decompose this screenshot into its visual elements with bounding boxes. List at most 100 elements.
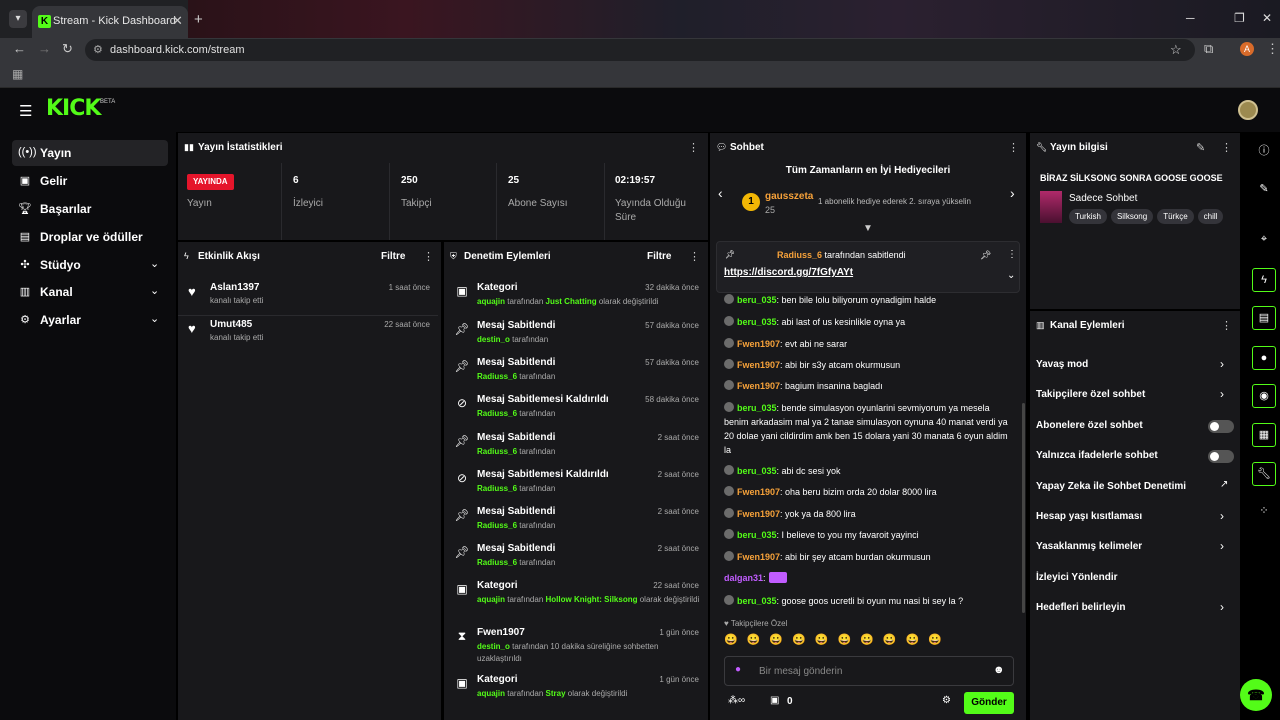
pinned-link[interactable]: https://discord.gg/7fGfyAYt — [724, 267, 853, 278]
apps-icon[interactable]: ⁘ — [1252, 500, 1276, 524]
kick-favicon-icon: K — [38, 15, 51, 28]
bookmark-star-icon[interactable]: ☆ — [1170, 42, 1182, 58]
moderation-icon[interactable]: ▦ — [1252, 423, 1276, 447]
filter-button[interactable]: Filtre — [381, 251, 405, 262]
more-icon[interactable]: ⋮ — [1008, 141, 1019, 154]
chat-username[interactable]: beru_035 — [737, 530, 777, 540]
chevron-left-icon[interactable]: ‹ — [718, 185, 723, 201]
forward-icon[interactable]: → — [38, 41, 51, 56]
activity-text: kanalı takip etti — [210, 333, 264, 342]
channel-action-item[interactable]: Yasaklanmış kelimeler › — [1036, 533, 1232, 561]
wrench-icon[interactable]: 🔧︎ — [1252, 462, 1276, 486]
chat-username[interactable]: Fwen1907 — [737, 509, 780, 519]
sidebar-item-basarilar[interactable]: 🏆︎ Başarılar — [12, 196, 168, 222]
chat-username[interactable]: Fwen1907 — [737, 339, 780, 349]
channel-action-label: Hedefleri belirleyin — [1036, 602, 1126, 614]
sidebar-item-gelir[interactable]: ▣ Gelir — [12, 168, 168, 194]
extensions-icon[interactable]: ⧉ — [1204, 41, 1213, 57]
channel-action-item[interactable]: Hedefleri belirleyin › — [1036, 594, 1232, 622]
edit-icon[interactable]: ✎ — [1252, 178, 1276, 202]
panel-title: Sohbet — [730, 142, 764, 153]
chat-username[interactable]: Fwen1907 — [737, 360, 780, 370]
channel-action-item[interactable]: Abonelere özel sohbet — [1036, 412, 1234, 440]
chevron-down-icon: ⌄ — [150, 313, 160, 325]
browser-menu-icon[interactable]: ⋮ — [1266, 41, 1279, 57]
profile-avatar[interactable]: A — [1240, 42, 1254, 56]
browser-tab[interactable]: K Stream - Kick Dashboard ✕ — [32, 6, 188, 38]
hamburger-menu-icon[interactable]: ☰ — [19, 102, 32, 120]
toggle-switch[interactable] — [1208, 450, 1234, 464]
gift-icon[interactable]: ▣ — [770, 695, 779, 706]
back-icon[interactable]: ← — [13, 41, 26, 56]
emoji-icon[interactable]: ☻ — [993, 664, 1005, 676]
apps-grid-icon[interactable]: ▦ — [12, 67, 23, 81]
broadcast-icon[interactable]: ◉ — [1252, 384, 1276, 408]
chat-username[interactable]: Fwen1907 — [737, 552, 780, 562]
tab-search-icon[interactable]: ▾ — [9, 10, 27, 28]
moderation-time: 1 gün önce — [659, 628, 699, 637]
send-button[interactable]: Gönder — [964, 692, 1014, 714]
stream-stats-panel: ▮▮ Yayın İstatistikleri ⋮ YAYINDA Yayın … — [178, 133, 708, 240]
microphone-icon[interactable]: ● — [735, 664, 741, 675]
toggle-switch[interactable] — [1208, 419, 1234, 433]
edit-icon[interactable]: ✎ — [1196, 141, 1205, 154]
document-icon[interactable]: ▤ — [1252, 306, 1276, 330]
more-icon[interactable]: ⋮ — [689, 250, 700, 263]
emote-row[interactable]: 😀😀😀😀😀😀😀😀😀😀 — [724, 633, 1014, 651]
sidebar-item-kanal[interactable]: ▥ Kanal ⌄ — [12, 279, 168, 305]
user-avatar[interactable] — [1238, 100, 1258, 120]
chat-username[interactable]: beru_035 — [737, 403, 777, 413]
more-icon[interactable]: ⋮ — [1221, 141, 1232, 154]
tab-close-icon[interactable]: ✕ — [172, 13, 183, 29]
new-tab-icon[interactable]: + — [194, 11, 203, 28]
activity-user[interactable]: Aslan1397 — [210, 282, 259, 293]
stat-label: Takipçi — [401, 198, 432, 209]
collapse-icon[interactable]: ▼ — [863, 223, 873, 234]
close-window-icon[interactable]: ✕ — [1262, 11, 1272, 25]
channel-action-item[interactable]: Yavaş mod › — [1036, 351, 1232, 379]
site-info-icon[interactable]: ⚙ — [93, 43, 103, 56]
pin-icon[interactable]: 📌︎ — [980, 250, 991, 261]
more-icon[interactable]: ⋮ — [1007, 249, 1017, 260]
channel-action-item[interactable]: İzleyici Yönlendir — [1036, 564, 1232, 592]
sidebar-item-ayarlar[interactable]: ⚙ Ayarlar ⌄ — [12, 307, 168, 333]
more-icon[interactable]: ⋮ — [1221, 319, 1232, 332]
minimize-icon[interactable]: ─ — [1186, 11, 1195, 25]
chevron-right-icon[interactable]: › — [1010, 185, 1015, 201]
chat-settings-icon[interactable]: ⚙ — [942, 695, 951, 706]
sidebar-item-droplar[interactable]: ▤ Droplar ve ödüller — [12, 224, 168, 250]
sidebar-item-yayin[interactable]: ((•)) Yayın — [12, 140, 168, 166]
kick-logo[interactable]: KICK — [46, 96, 101, 121]
chevron-down-icon[interactable]: ⌄ — [1007, 270, 1015, 281]
chat-input[interactable]: ● Bir mesaj gönderin ☻ — [724, 656, 1014, 686]
reload-icon[interactable]: ↻ — [62, 41, 73, 57]
channel-action-item[interactable]: Takipçilere özel sohbet › — [1036, 381, 1232, 409]
chat-username[interactable]: Fwen1907 — [737, 381, 780, 391]
channel-action-item[interactable]: Hesap yaşı kısıtlaması › — [1036, 503, 1232, 531]
chat-username[interactable]: beru_035 — [737, 466, 777, 476]
channel-action-item[interactable]: Yalnızca ifadelerle sohbet — [1036, 442, 1234, 470]
more-icon[interactable]: ⋮ — [423, 250, 434, 263]
chat-username[interactable]: beru_035 — [737, 596, 777, 606]
panel-title: Yayın bilgisi — [1050, 142, 1108, 153]
activity-user[interactable]: Umut485 — [210, 319, 252, 330]
info-icon[interactable]: ⓘ — [1252, 140, 1276, 164]
url-field[interactable]: ⚙ dashboard.kick.com/stream ☆ — [85, 39, 1195, 61]
top-gifter-name[interactable]: gausszeta — [765, 191, 813, 202]
chat-icon[interactable]: ● — [1252, 346, 1276, 370]
filter-button[interactable]: Filtre — [647, 251, 671, 262]
help-chat-icon[interactable]: ☎ — [1240, 679, 1272, 711]
restore-icon[interactable]: ❐ — [1234, 11, 1245, 25]
chat-username[interactable]: Fwen1907 — [737, 487, 780, 497]
lightning-icon[interactable]: ϟ — [1252, 268, 1276, 292]
kicks-icon[interactable]: ⁂∞ — [728, 695, 745, 706]
category-icon: ▣ — [456, 676, 468, 690]
sidebar-item-studyo[interactable]: ✣ Stüdyo ⌄ — [12, 252, 168, 278]
chat-username[interactable]: dalgan31 — [724, 573, 763, 583]
more-icon[interactable]: ⋮ — [688, 141, 699, 154]
channel-action-item[interactable]: Yapay Zeka ile Sohbet Denetimi ↗ — [1036, 473, 1232, 501]
chat-username[interactable]: beru_035 — [737, 317, 777, 327]
focus-icon[interactable]: ⌖ — [1252, 228, 1276, 252]
chat-username[interactable]: beru_035 — [737, 295, 777, 305]
chat-scrollbar[interactable] — [1022, 403, 1025, 613]
